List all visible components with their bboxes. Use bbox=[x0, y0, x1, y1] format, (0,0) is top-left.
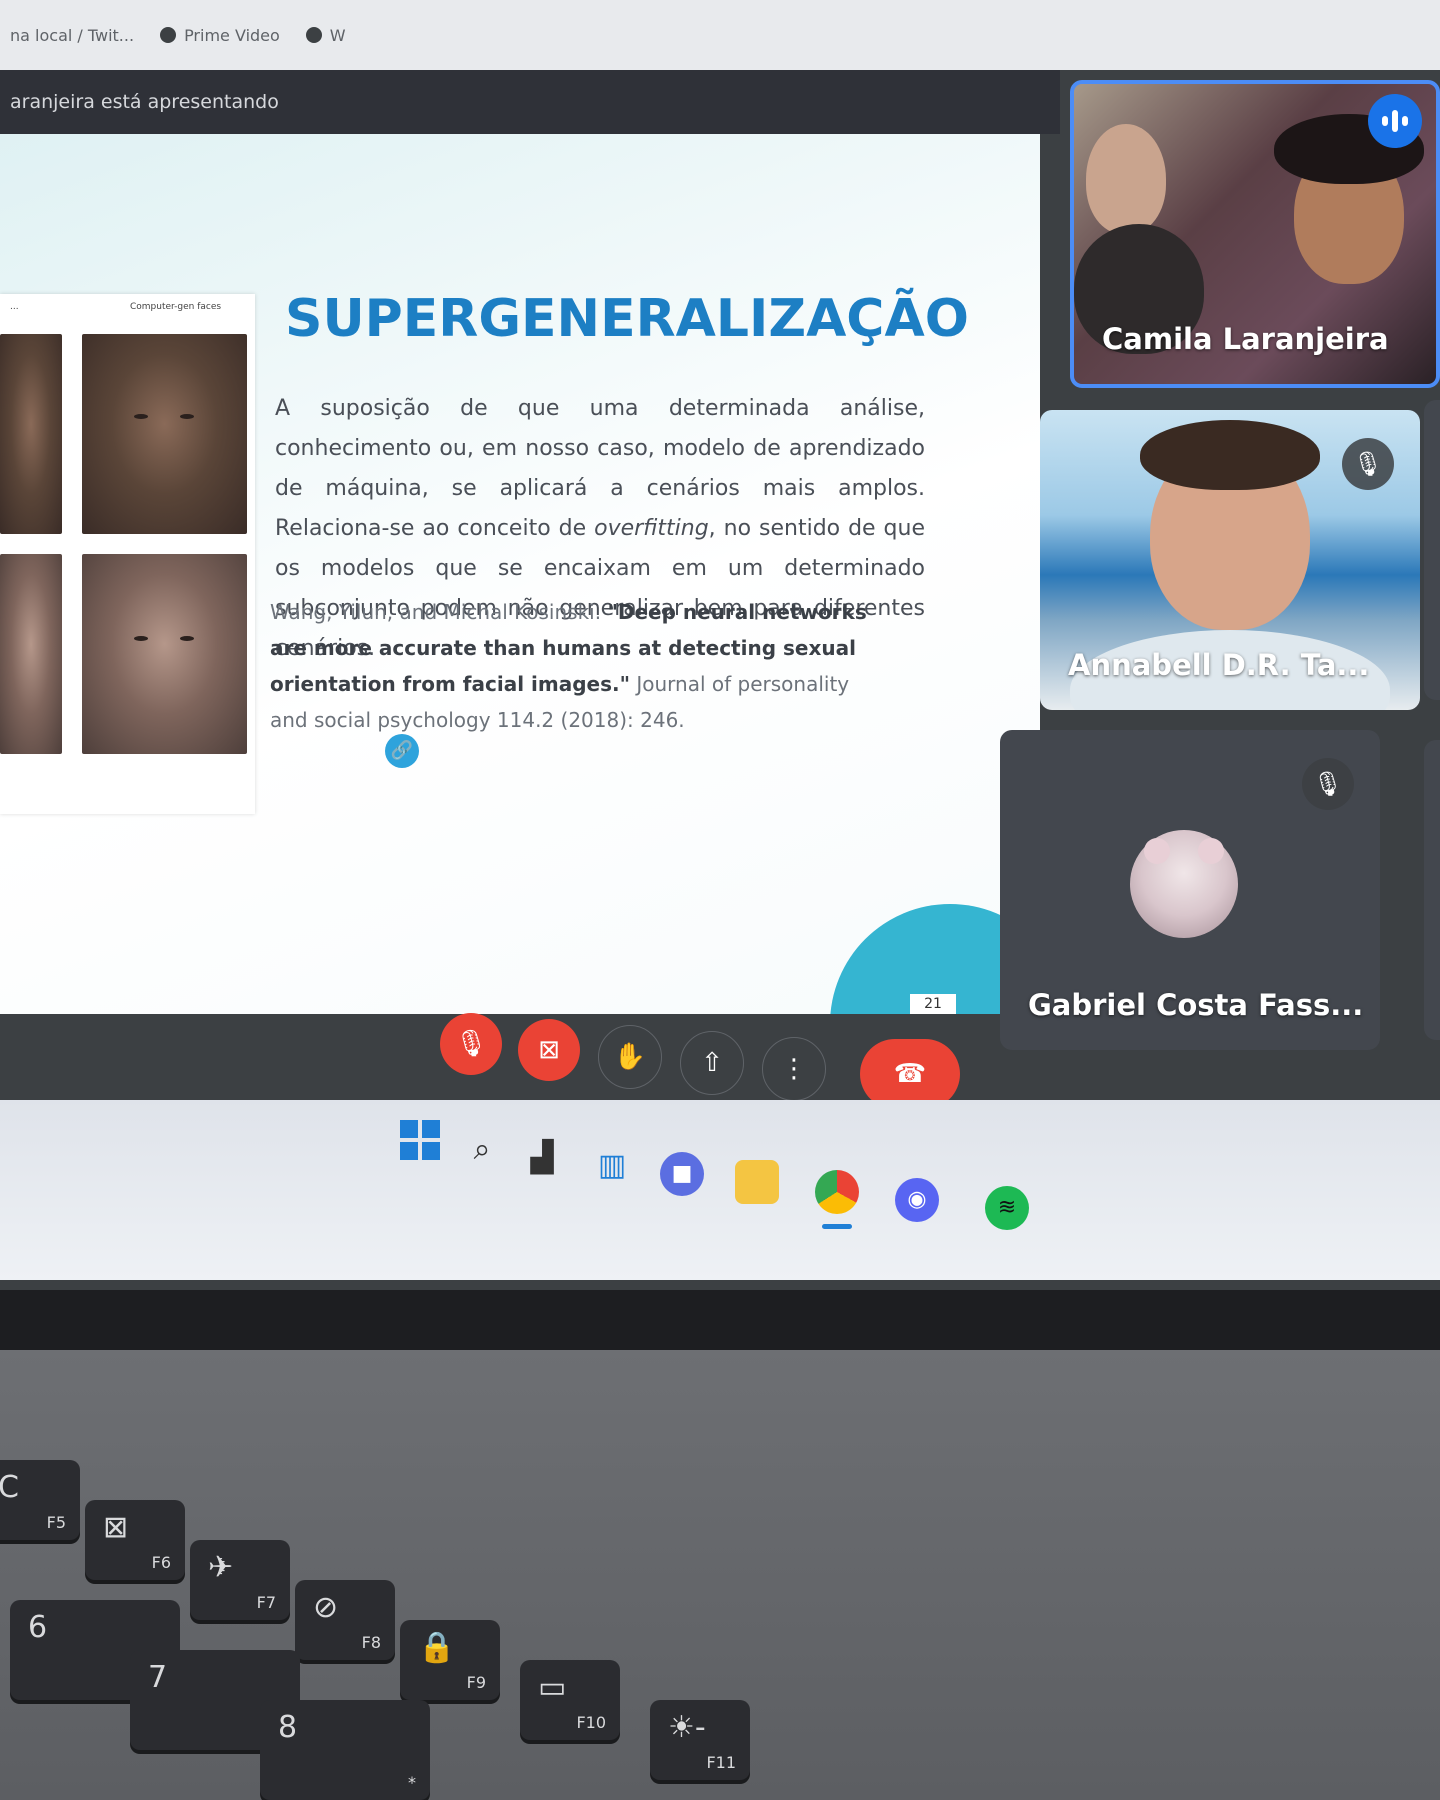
participant-video-person bbox=[1086, 124, 1166, 234]
key-label: F11 bbox=[706, 1753, 736, 1772]
participant-tile-partial[interactable] bbox=[1424, 400, 1440, 700]
composite-face-male-right bbox=[82, 334, 247, 534]
laptop-bezel bbox=[0, 1290, 1440, 1350]
phone-hangup-icon: ☎ bbox=[893, 1059, 927, 1089]
key-symbol: C bbox=[0, 1470, 19, 1505]
more-options-button[interactable]: ⋮ bbox=[762, 1037, 826, 1101]
composite-face-female-left bbox=[0, 554, 62, 754]
key-label: F7 bbox=[256, 1593, 276, 1612]
task-view-icon: ▟ bbox=[530, 1140, 554, 1175]
keyboard-key[interactable]: ⊠ F6 bbox=[85, 1500, 185, 1580]
participant-tile-partial[interactable] bbox=[1424, 740, 1440, 1040]
camera-off-icon: ⊠ bbox=[538, 1035, 560, 1065]
key-symbol: 8 bbox=[278, 1710, 298, 1745]
whatsapp-icon bbox=[305, 27, 322, 43]
present-button[interactable]: ⇧ bbox=[680, 1031, 744, 1095]
presenting-banner: aranjeira está apresentando bbox=[0, 70, 1060, 134]
participant-tile[interactable]: 🎙 Gabriel Costa Fass... bbox=[1000, 730, 1380, 1050]
shared-slide: ... Computer-gen faces SUPERGENERALIZAÇÃ… bbox=[0, 134, 1040, 1014]
key-symbol: 7 bbox=[148, 1660, 168, 1695]
key-symbol: 🔒 bbox=[418, 1630, 456, 1665]
key-symbol: 6 bbox=[28, 1610, 48, 1645]
key-label: F6 bbox=[151, 1553, 171, 1572]
keyboard-key[interactable]: ⊘ F8 bbox=[295, 1580, 395, 1660]
keyboard-key[interactable]: ☀- F11 bbox=[650, 1700, 750, 1780]
bookmark-item[interactable]: na local / Twit... bbox=[10, 26, 134, 45]
key-label: F5 bbox=[46, 1513, 66, 1532]
face-composite-image: ... Computer-gen faces bbox=[0, 294, 255, 814]
key-symbol: ⊘ bbox=[313, 1590, 339, 1625]
chrome-button[interactable] bbox=[815, 1170, 859, 1214]
windows-taskbar: ⌕ ▟ ▥ ■ ◉ ≋ bbox=[0, 1100, 1440, 1280]
bookmark-label: na local / Twit... bbox=[10, 25, 135, 45]
mic-off-button[interactable]: 🎙 bbox=[440, 1013, 502, 1075]
slide-title: SUPERGENERALIZAÇÃO bbox=[285, 289, 969, 349]
active-app-indicator bbox=[822, 1224, 852, 1229]
bookmark-label: Prime Video bbox=[184, 25, 280, 45]
speaking-indicator-icon bbox=[1368, 94, 1422, 148]
face-column-header: Computer-gen faces bbox=[130, 302, 222, 312]
avatar bbox=[1130, 830, 1238, 938]
keyboard-key[interactable]: ✈ F7 bbox=[190, 1540, 290, 1620]
link-icon[interactable]: 🔗 bbox=[385, 734, 419, 768]
bookmark-item[interactable]: W bbox=[305, 25, 346, 45]
key-label: F9 bbox=[466, 1673, 486, 1692]
keyboard-key[interactable]: ▭ F10 bbox=[520, 1660, 620, 1740]
participant-tile[interactable]: Camila Laranjeira bbox=[1070, 80, 1440, 388]
composite-face-male-left bbox=[0, 334, 62, 534]
teams-chat-button[interactable]: ■ bbox=[660, 1152, 704, 1196]
widgets-icon: ▥ bbox=[597, 1148, 627, 1183]
key-symbol: ▭ bbox=[538, 1670, 567, 1705]
key-label: F10 bbox=[576, 1713, 606, 1732]
mic-off-icon: 🎙 bbox=[454, 1029, 488, 1059]
laptop-screen: na local / Twit... Prime Video W aranjei… bbox=[0, 0, 1440, 1290]
participant-name: Annabell D.R. Ta... bbox=[1068, 648, 1370, 682]
raise-hand-button[interactable]: ✋ bbox=[598, 1025, 662, 1089]
slide-body-italic: overfitting bbox=[594, 516, 709, 541]
slide-citation: Wang, Yilun, and Michal Kosinski. "Deep … bbox=[270, 594, 890, 738]
mic-muted-icon: 🎙 bbox=[1342, 438, 1394, 490]
present-icon: ⇧ bbox=[701, 1048, 723, 1078]
bookmark-label: W bbox=[329, 25, 346, 45]
composite-face-female-right bbox=[82, 554, 247, 754]
keyboard-deck: CF5 ⊠F6 ✈F7 ⊘F8 🔒F9 ▭F10 ☀-F11 6¬ 7& 8* bbox=[0, 1350, 1440, 1800]
key-label: * bbox=[408, 1773, 416, 1792]
keyboard-key[interactable]: 🔒 F9 bbox=[400, 1620, 500, 1700]
discord-button[interactable]: ◉ bbox=[895, 1178, 939, 1222]
teams-chat-icon: ■ bbox=[671, 1161, 693, 1186]
bookmarks-bar: na local / Twit... Prime Video W bbox=[0, 0, 1440, 70]
meeting-controls: 🎙 ⊠ ✋ ⇧ ⋮ ☎ bbox=[440, 1005, 1000, 1109]
more-vert-icon: ⋮ bbox=[781, 1054, 807, 1084]
participant-name: Camila Laranjeira bbox=[1102, 322, 1389, 356]
search-icon: ⌕ bbox=[473, 1132, 491, 1167]
prime-video-icon bbox=[160, 27, 177, 43]
face-column-header: ... bbox=[10, 302, 19, 312]
participant-name: Gabriel Costa Fass... bbox=[1028, 988, 1364, 1022]
search-button[interactable]: ⌕ bbox=[460, 1128, 504, 1172]
key-symbol: ☀- bbox=[668, 1710, 706, 1745]
file-explorer-button[interactable] bbox=[735, 1160, 779, 1204]
participant-tile[interactable]: 🎙 Annabell D.R. Ta... bbox=[1040, 410, 1420, 710]
windows-logo-icon bbox=[400, 1120, 444, 1160]
windows-start-button[interactable] bbox=[400, 1120, 444, 1164]
key-symbol: ✈ bbox=[208, 1550, 234, 1585]
keyboard-key[interactable]: 8 * bbox=[260, 1700, 430, 1800]
widgets-button[interactable]: ▥ bbox=[590, 1144, 634, 1188]
discord-icon: ◉ bbox=[907, 1187, 927, 1212]
hand-icon: ✋ bbox=[613, 1042, 647, 1072]
task-view-button[interactable]: ▟ bbox=[520, 1136, 564, 1180]
key-label: F8 bbox=[361, 1633, 381, 1652]
keyboard-key[interactable]: C F5 bbox=[0, 1460, 80, 1540]
mic-muted-icon: 🎙 bbox=[1302, 758, 1354, 810]
citation-authors: Wang, Yilun, and Michal Kosinski. bbox=[270, 600, 608, 624]
bookmark-item[interactable]: Prime Video bbox=[160, 26, 280, 45]
leave-call-button[interactable]: ☎ bbox=[860, 1039, 960, 1109]
presenting-banner-text: aranjeira está apresentando bbox=[10, 91, 279, 113]
spotify-icon: ≋ bbox=[997, 1195, 1017, 1220]
camera-off-button[interactable]: ⊠ bbox=[518, 1019, 580, 1081]
key-symbol: ⊠ bbox=[103, 1510, 129, 1545]
participant-video-hair bbox=[1140, 420, 1320, 490]
spotify-button[interactable]: ≋ bbox=[985, 1186, 1029, 1230]
